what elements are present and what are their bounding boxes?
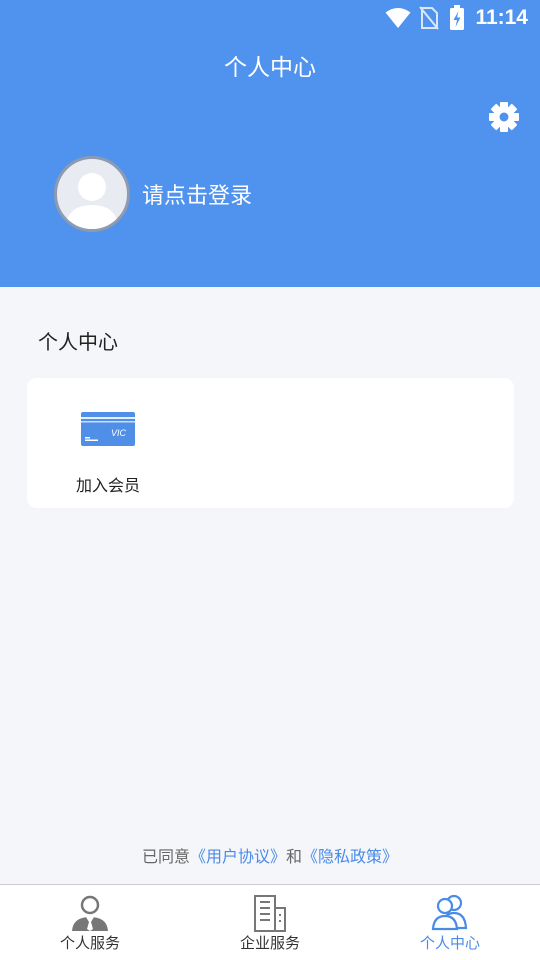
vip-card-text: VIC: [111, 428, 127, 438]
tab-personal-center[interactable]: 个人中心: [360, 885, 540, 960]
gear-icon: [488, 101, 520, 137]
login-entry[interactable]: 请点击登录: [54, 156, 252, 232]
privacy-policy-link[interactable]: 《隐私政策》: [302, 847, 398, 866]
tab-personal-services[interactable]: 个人服务: [0, 885, 180, 960]
settings-button[interactable]: [486, 101, 522, 137]
avatar[interactable]: [54, 156, 130, 232]
bottom-tab-bar: 个人服务 企业服务 个人中心: [0, 884, 540, 960]
page-title: 个人中心: [224, 55, 316, 81]
user-agreement-link[interactable]: 《用户协议》: [190, 847, 286, 866]
battery-charging-icon: [449, 5, 465, 31]
tab-personal-center-label: 个人中心: [419, 934, 480, 952]
tab-enterprise-services-label: 企业服务: [239, 934, 300, 952]
login-prompt[interactable]: 请点击登录: [142, 178, 252, 210]
join-membership-item[interactable]: VIC 加入会员: [65, 402, 155, 498]
status-time: 11:14: [475, 6, 528, 29]
users-icon: [430, 893, 470, 933]
person-tie-icon: [70, 893, 110, 933]
default-avatar-icon: [57, 159, 127, 229]
agreement-prefix: 已同意: [141, 847, 190, 866]
services-card: VIC 加入会员: [27, 378, 514, 508]
agreement-conjunction: 和: [286, 847, 303, 866]
status-icons: 11:14: [385, 5, 528, 31]
header: 11:14 个人中心 请点击登录: [0, 0, 540, 287]
section-title: 个人中心: [38, 330, 118, 354]
building-icon: [250, 893, 290, 933]
tab-personal-services-label: 个人服务: [59, 934, 120, 952]
wifi-icon: [385, 7, 411, 29]
status-bar: 11:14: [0, 0, 540, 36]
join-membership-label: 加入会员: [75, 476, 140, 495]
tab-enterprise-services[interactable]: 企业服务: [180, 885, 360, 960]
agreement-notice: 已同意《用户协议》和《隐私政策》: [0, 845, 540, 869]
no-sim-icon: [419, 6, 440, 30]
vip-card-icon: VIC: [81, 412, 135, 452]
